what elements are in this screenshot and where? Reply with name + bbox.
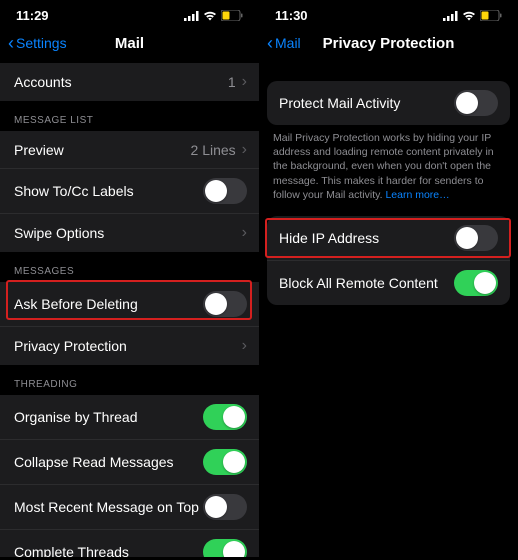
privacy-protection-screen: 11:30 ‹Mail Privacy Protection Protect M… — [259, 0, 518, 560]
chevron-right-icon: › — [242, 141, 247, 159]
learn-more-link[interactable]: Learn more… — [385, 189, 449, 201]
status-indicators — [184, 10, 243, 21]
row-show-tocc[interactable]: Show To/Cc Labels — [0, 169, 259, 214]
row-label: Protect Mail Activity — [279, 95, 400, 111]
row-label: Privacy Protection — [14, 338, 127, 354]
row-label: Preview — [14, 142, 64, 158]
battery-icon — [480, 10, 502, 21]
chevron-left-icon: ‹ — [8, 33, 14, 54]
row-label: Hide IP Address — [279, 230, 379, 246]
toggle-organise-by-thread[interactable] — [203, 404, 247, 430]
toggle-show-tocc[interactable] — [203, 178, 247, 204]
status-time: 11:30 — [275, 8, 308, 23]
toggle-hide-ip[interactable] — [454, 225, 498, 251]
chevron-right-icon: › — [242, 224, 247, 242]
row-protect-mail-activity[interactable]: Protect Mail Activity — [267, 81, 510, 125]
wifi-icon — [203, 11, 217, 21]
back-label: Settings — [16, 35, 67, 51]
nav-bar: ‹Settings Mail — [0, 27, 259, 63]
status-time: 11:29 — [16, 8, 49, 23]
nav-bar: ‹Mail Privacy Protection — [259, 27, 518, 63]
group-message-list: Preview 2 Lines › Show To/Cc Labels Swipe… — [0, 131, 259, 252]
signal-icon — [184, 11, 199, 21]
row-label: Show To/Cc Labels — [14, 183, 134, 199]
group-messages: Ask Before Deleting Privacy Protection › — [0, 282, 259, 365]
row-accounts[interactable]: Accounts 1 › — [0, 63, 259, 101]
section-header-threading: THREADING — [0, 365, 259, 395]
footer-text: Mail Privacy Protection works by hiding … — [273, 132, 494, 201]
row-label: Most Recent Message on Top — [14, 499, 199, 515]
row-value: 1 — [228, 74, 236, 90]
chevron-right-icon: › — [242, 337, 247, 355]
group-accounts: Accounts 1 › — [0, 63, 259, 101]
row-value: 2 Lines — [191, 142, 236, 158]
status-bar: 11:29 — [0, 0, 259, 27]
row-preview[interactable]: Preview 2 Lines › — [0, 131, 259, 169]
protect-footer: Mail Privacy Protection works by hiding … — [259, 125, 518, 204]
back-button[interactable]: ‹Mail — [267, 33, 301, 54]
row-organise-by-thread[interactable]: Organise by Thread — [0, 395, 259, 440]
toggle-collapse-read[interactable] — [203, 449, 247, 475]
back-button[interactable]: ‹Settings — [8, 33, 67, 54]
wifi-icon — [462, 11, 476, 21]
settings-list[interactable]: Accounts 1 › MESSAGE LIST Preview 2 Lines… — [0, 63, 259, 557]
row-swipe-options[interactable]: Swipe Options › — [0, 214, 259, 252]
row-hide-ip[interactable]: Hide IP Address — [267, 216, 510, 261]
row-label: Organise by Thread — [14, 409, 137, 425]
toggle-most-recent-top[interactable] — [203, 494, 247, 520]
row-most-recent-top[interactable]: Most Recent Message on Top — [0, 485, 259, 530]
section-header-message-list: MESSAGE LIST — [0, 101, 259, 131]
toggle-protect-mail-activity[interactable] — [454, 90, 498, 116]
status-indicators — [443, 10, 502, 21]
row-label: Accounts — [14, 74, 72, 90]
toggle-ask-before-deleting[interactable] — [203, 291, 247, 317]
row-label: Ask Before Deleting — [14, 296, 138, 312]
signal-icon — [443, 11, 458, 21]
group-threading: Organise by Thread Collapse Read Message… — [0, 395, 259, 557]
section-header-messages: MESSAGES — [0, 252, 259, 282]
row-label: Complete Threads — [14, 544, 129, 557]
chevron-left-icon: ‹ — [267, 33, 273, 54]
row-ask-before-deleting[interactable]: Ask Before Deleting — [0, 282, 259, 327]
group-protect-activity: Protect Mail Activity — [267, 81, 510, 125]
toggle-block-remote-content[interactable] — [454, 270, 498, 296]
row-label: Swipe Options — [14, 225, 104, 241]
group-content-options: Hide IP Address Block All Remote Content — [267, 216, 510, 305]
battery-icon — [221, 10, 243, 21]
mail-settings-screen: 11:29 ‹Settings Mail Accounts 1 › MESSAGE… — [0, 0, 259, 560]
row-block-remote-content[interactable]: Block All Remote Content — [267, 261, 510, 305]
back-label: Mail — [275, 35, 301, 51]
row-label: Block All Remote Content — [279, 275, 438, 291]
row-collapse-read[interactable]: Collapse Read Messages — [0, 440, 259, 485]
chevron-right-icon: › — [242, 73, 247, 91]
status-bar: 11:30 — [259, 0, 518, 27]
page-title: Privacy Protection — [267, 35, 510, 52]
row-privacy-protection[interactable]: Privacy Protection › — [0, 327, 259, 365]
toggle-complete-threads[interactable] — [203, 539, 247, 557]
row-complete-threads[interactable]: Complete Threads — [0, 530, 259, 557]
row-label: Collapse Read Messages — [14, 454, 174, 470]
